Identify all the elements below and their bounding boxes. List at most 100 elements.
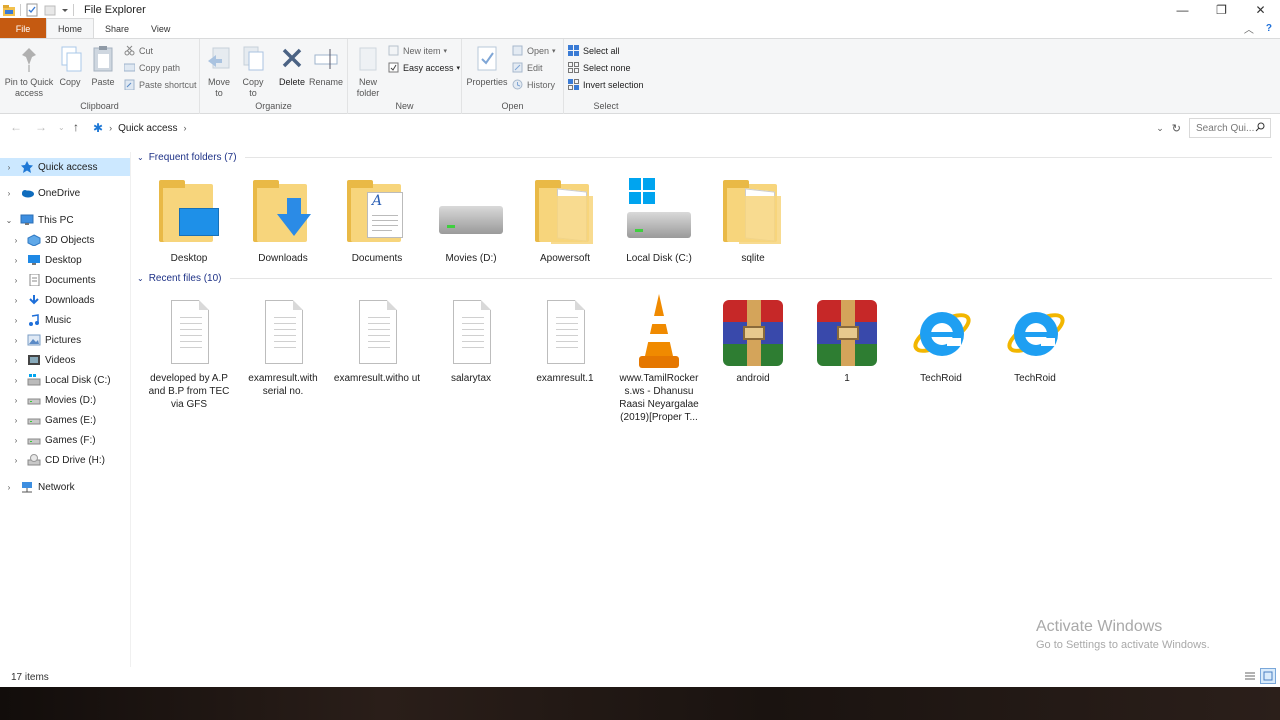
move-to-button[interactable]: Move to <box>206 45 232 99</box>
recent-file-tile[interactable]: examresult.1 <box>520 294 610 385</box>
nav-item-pictures[interactable]: › Pictures <box>0 331 130 349</box>
recent-file-tile[interactable]: TechRoid <box>896 294 986 385</box>
expand-chevron-icon[interactable]: › <box>11 316 21 325</box>
recent-file-tile[interactable]: salarytax <box>426 294 516 385</box>
properties-qat-icon[interactable] <box>25 3 39 17</box>
search-input[interactable]: Search Qui... <box>1196 123 1254 134</box>
tab-view[interactable]: View <box>140 18 181 39</box>
collapse-chevron-icon[interactable]: ⌄ <box>4 216 14 225</box>
close-button[interactable]: ✕ <box>1241 0 1280 20</box>
frequent-folder-tile[interactable]: Local Disk (C:) <box>614 174 704 265</box>
nav-quick-access[interactable]: › Quick access <box>0 158 130 176</box>
expand-chevron-icon[interactable]: › <box>4 189 14 198</box>
breadcrumb-chevron-end-icon[interactable]: › <box>184 123 187 133</box>
help-icon[interactable]: ? <box>1266 23 1272 34</box>
forward-arrow-icon[interactable]: → <box>35 120 47 134</box>
paste-shortcut-button[interactable]: Paste shortcut <box>124 79 197 91</box>
nav-this-pc[interactable]: ⌄ This PC <box>0 211 130 229</box>
copy-button[interactable]: Copy <box>58 45 82 88</box>
expand-chevron-icon[interactable]: › <box>11 396 21 405</box>
pin-to-quick-access-button[interactable]: Pin to Quick access <box>4 45 54 99</box>
copy-to-button[interactable]: Copy to <box>240 45 266 99</box>
expand-chevron-icon[interactable]: › <box>11 276 21 285</box>
tab-home[interactable]: Home <box>46 18 95 39</box>
large-icons-view-button[interactable] <box>1260 668 1276 684</box>
collapse-ribbon-icon[interactable]: ︿ <box>1244 21 1254 36</box>
cut-button[interactable]: Cut <box>124 45 153 56</box>
nav-item-videos[interactable]: › Videos <box>0 351 130 369</box>
recent-files-header[interactable]: ⌄ Recent files (10) <box>137 273 1272 284</box>
frequent-folder-tile[interactable]: A Documents <box>332 174 422 265</box>
recent-file-tile[interactable]: android <box>708 294 798 385</box>
copy-path-button[interactable]: Copy path <box>123 62 180 73</box>
address-dropdown-icon[interactable]: ⌄ <box>1156 123 1164 134</box>
expand-chevron-icon[interactable]: › <box>11 416 21 425</box>
history-button[interactable]: History <box>512 79 555 90</box>
nav-onedrive[interactable]: › OneDrive <box>0 184 130 202</box>
nav-item-games-e[interactable]: › Games (E:) <box>0 411 130 429</box>
tab-share[interactable]: Share <box>94 18 140 39</box>
details-view-button[interactable] <box>1242 668 1258 684</box>
recent-file-tile[interactable]: TechRoid <box>990 294 1080 385</box>
select-none-button[interactable]: Select none <box>568 62 631 73</box>
paste-button[interactable]: Paste <box>90 45 116 88</box>
expand-chevron-icon[interactable]: › <box>11 436 21 445</box>
maximize-button[interactable]: ❐ <box>1202 0 1241 20</box>
new-group-label: New <box>395 101 414 111</box>
recent-file-tile[interactable]: 1 <box>802 294 892 385</box>
address-bar[interactable]: ✱ › Quick access › ⌄ ↻ <box>88 118 1186 138</box>
search-box[interactable]: Search Qui... <box>1189 118 1271 138</box>
delete-button[interactable]: Delete <box>277 45 307 88</box>
open-button[interactable]: Open ▾ <box>512 45 556 56</box>
expand-chevron-icon[interactable]: › <box>11 336 21 345</box>
expand-chevron-icon[interactable]: › <box>4 163 14 172</box>
easy-access-button[interactable]: Easy access ▾ <box>388 62 460 73</box>
frequent-folder-tile[interactable]: Downloads <box>238 174 328 265</box>
frequent-folder-tile[interactable]: Desktop <box>144 174 234 265</box>
recent-file-tile[interactable]: examresult.witho ut <box>332 294 422 385</box>
nav-item-desktop[interactable]: › Desktop <box>0 251 130 269</box>
expand-chevron-icon[interactable]: › <box>11 236 21 245</box>
breadcrumb-quick-access[interactable]: Quick access <box>118 123 177 134</box>
select-all-button[interactable]: Select all <box>568 45 620 56</box>
rename-button[interactable]: Rename <box>308 45 344 88</box>
recent-locations-icon[interactable]: ⌄ <box>58 123 65 132</box>
properties-button[interactable]: Properties <box>466 45 508 88</box>
new-folder-button[interactable]: New folder <box>354 45 382 99</box>
section-collapse-icon[interactable]: ⌄ <box>137 274 144 283</box>
expand-chevron-icon[interactable]: › <box>11 256 21 265</box>
recent-file-tile[interactable]: developed by A.P and B.P from TEC via GF… <box>144 294 234 411</box>
minimize-button[interactable]: — <box>1163 0 1202 20</box>
invert-selection-button[interactable]: Invert selection <box>568 79 644 90</box>
tab-file[interactable]: File <box>0 18 46 39</box>
nav-item-cd-drive-h[interactable]: › CD Drive (H:) <box>0 451 130 469</box>
recent-file-tile[interactable]: www.TamilRocker s.ws - Dhanusu Raasi Ney… <box>614 294 704 424</box>
recent-file-tile[interactable]: examresult.with serial no. <box>238 294 328 398</box>
section-collapse-icon[interactable]: ⌄ <box>137 153 144 162</box>
nav-item-3d-objects[interactable]: › 3D Objects <box>0 231 130 249</box>
nav-item-documents[interactable]: › Documents <box>0 271 130 289</box>
frequent-folder-tile[interactable]: Apowersoft <box>520 174 610 265</box>
expand-chevron-icon[interactable]: › <box>11 296 21 305</box>
expand-chevron-icon[interactable]: › <box>4 483 14 492</box>
nav-item-local-disk-c[interactable]: › Local Disk (C:) <box>0 371 130 389</box>
edit-button[interactable]: Edit <box>512 62 543 73</box>
frequent-folders-header[interactable]: ⌄ Frequent folders (7) <box>137 152 1272 163</box>
expand-chevron-icon[interactable]: › <box>11 356 21 365</box>
nav-network[interactable]: › Network <box>0 478 130 496</box>
expand-chevron-icon[interactable]: › <box>11 376 21 385</box>
new-item-button[interactable]: New item ▾ <box>388 45 447 56</box>
nav-item-games-f[interactable]: › Games (F:) <box>0 431 130 449</box>
frequent-folder-tile[interactable]: sqlite <box>708 174 798 265</box>
expand-chevron-icon[interactable]: › <box>11 456 21 465</box>
qat-dropdown-icon[interactable] <box>61 3 69 17</box>
up-arrow-icon[interactable]: ↑ <box>73 120 79 134</box>
new-folder-qat-icon[interactable] <box>43 3 57 17</box>
title-bar: File Explorer — ❐ ✕ <box>0 0 1280 20</box>
frequent-folder-tile[interactable]: Movies (D:) <box>426 174 516 265</box>
refresh-icon[interactable]: ↻ <box>1172 122 1181 135</box>
nav-item-music[interactable]: › Music <box>0 311 130 329</box>
back-arrow-icon[interactable]: ← <box>10 120 22 134</box>
nav-item-downloads[interactable]: › Downloads <box>0 291 130 309</box>
nav-item-movies-d[interactable]: › Movies (D:) <box>0 391 130 409</box>
